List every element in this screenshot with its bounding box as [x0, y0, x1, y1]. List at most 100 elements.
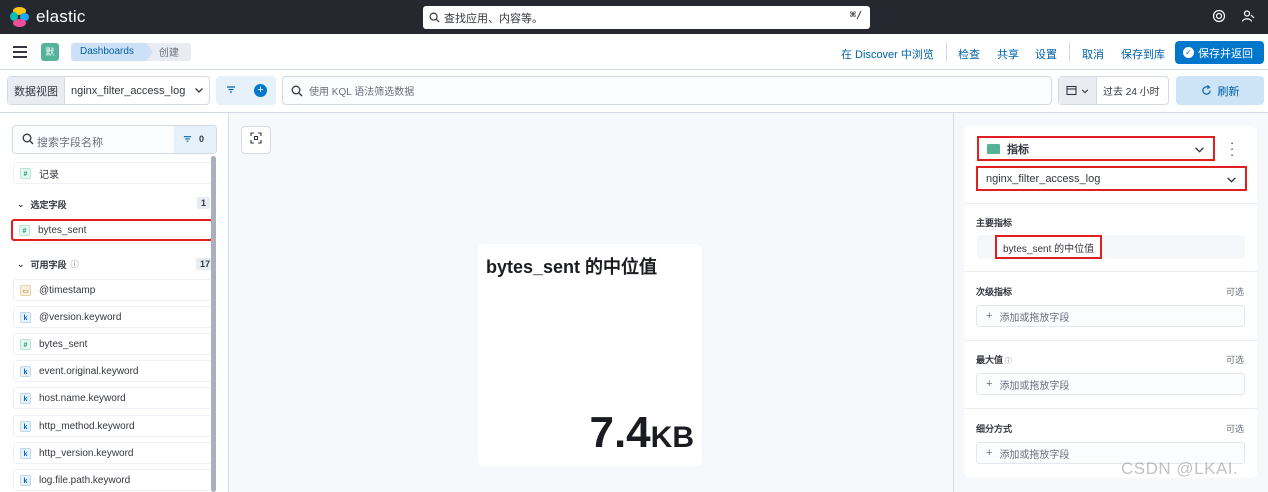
check-icon: ✓	[1183, 47, 1194, 58]
metric-visualization[interactable]: bytes_sent 的中位值 7.4KB	[478, 244, 702, 466]
add-filter-icon[interactable]: +	[254, 84, 267, 97]
field-item[interactable]: k host.name.keyword	[13, 387, 212, 409]
metric-title: bytes_sent 的中位值	[486, 257, 658, 277]
field-item[interactable]: k event.original.keyword	[13, 360, 212, 382]
plus-icon: +	[986, 378, 993, 390]
metric-unit: KB	[650, 421, 694, 454]
settings-link[interactable]: 设置	[1035, 46, 1057, 62]
refresh-icon	[1201, 85, 1211, 95]
field-item[interactable]: k @version.keyword	[13, 306, 212, 328]
max-value-label: 最大值 ⓘ	[976, 355, 1013, 365]
filter-options-button[interactable]: +	[216, 76, 276, 105]
header-divider	[1069, 42, 1070, 62]
field-name: 记录	[39, 169, 59, 181]
keyword-type-icon: k	[20, 311, 31, 323]
share-link[interactable]: 共享	[997, 46, 1019, 62]
layer-data-view-value: nginx_filter_access_log	[986, 172, 1101, 185]
field-name: bytes_sent	[39, 338, 88, 350]
metric-vis-icon	[987, 143, 1000, 154]
help-icon[interactable]	[1211, 9, 1227, 25]
save-to-library-link[interactable]: 保存到库	[1121, 46, 1165, 62]
field-search-placeholder: 搜索字段名称	[37, 137, 103, 149]
search-icon	[429, 12, 440, 23]
calendar-icon[interactable]	[1059, 77, 1097, 104]
optional-label: 可选	[1225, 424, 1244, 434]
keyword-type-icon: k	[20, 365, 31, 377]
time-range-label: 过去 24 小时	[1103, 87, 1160, 98]
refresh-button[interactable]: 刷新	[1176, 76, 1264, 105]
chevron-down-icon	[1081, 88, 1089, 93]
field-item[interactable]: k http_version.keyword	[13, 442, 212, 464]
chevron-down-icon	[1226, 174, 1237, 187]
primary-metric-value: bytes_sent 的中位值	[995, 235, 1103, 259]
elastic-logo[interactable]: elastic	[10, 7, 86, 27]
chevron-down-icon	[1194, 144, 1205, 157]
field-item[interactable]: ▭ @timestamp	[13, 279, 212, 301]
fullscreen-icon[interactable]	[241, 126, 271, 154]
field-name: @timestamp	[39, 284, 96, 296]
secondary-metric-label: 次级指标	[976, 287, 1013, 297]
data-view-picker[interactable]: 数据视图 nginx_filter_access_log	[7, 76, 210, 105]
field-item[interactable]: k http_method.keyword	[13, 415, 212, 437]
elastic-logo-icon	[10, 7, 30, 27]
config-divider	[964, 271, 1257, 272]
info-icon[interactable]: ⓘ	[1005, 358, 1012, 365]
kql-placeholder: 使用 KQL 语法筛选数据	[309, 87, 415, 98]
plus-icon: +	[986, 310, 993, 322]
field-name: http_method.keyword	[39, 420, 135, 432]
user-menu-icon[interactable]	[1240, 9, 1256, 25]
config-divider	[964, 340, 1257, 341]
field-list-scrollbar[interactable]	[211, 156, 216, 492]
data-view-value: nginx_filter_access_log	[71, 84, 186, 97]
selected-field-bytes-sent[interactable]: # bytes_sent	[11, 219, 213, 241]
field-name: host.name.keyword	[39, 392, 126, 404]
chevron-down-icon	[194, 85, 204, 97]
field-name: http_version.keyword	[39, 447, 134, 459]
info-icon[interactable]: ⓘ	[71, 259, 79, 270]
save-and-return-button[interactable]: ✓ 保存并返回	[1175, 41, 1264, 64]
search-icon	[291, 85, 303, 96]
field-name: log.file.path.keyword	[39, 474, 131, 486]
refresh-label: 刷新	[1217, 85, 1240, 98]
add-max-value[interactable]: + 添加或拖放字段	[976, 373, 1245, 395]
keyword-type-icon: k	[20, 447, 31, 459]
keyword-type-icon: k	[20, 420, 31, 432]
available-fields-header[interactable]: ⌄ 可用字段 ⓘ	[17, 258, 79, 271]
selected-fields-header[interactable]: ⌄ 选定字段	[17, 198, 67, 211]
space-avatar[interactable]: 默	[41, 42, 59, 61]
date-picker[interactable]: 过去 24 小时	[1058, 76, 1169, 105]
selected-fields-count: 1	[197, 197, 211, 209]
top-nav-bar: elastic 查找应用、内容等。 ⌘/	[0, 0, 1268, 34]
search-icon	[22, 133, 34, 145]
explore-in-discover-link[interactable]: 在 Discover 中浏览	[841, 46, 934, 62]
visualization-type-select[interactable]: 指标	[977, 136, 1215, 161]
chevron-down-icon: ⌄	[17, 259, 25, 269]
cancel-link[interactable]: 取消	[1082, 46, 1104, 62]
add-secondary-metric[interactable]: + 添加或拖放字段	[976, 305, 1245, 327]
field-item-records[interactable]: # 记录	[13, 162, 212, 184]
inspect-link[interactable]: 检查	[958, 46, 980, 62]
date-type-icon: ▭	[20, 284, 31, 296]
field-search-input[interactable]: 搜索字段名称 0	[12, 125, 217, 154]
metric-value: 7.4KB	[589, 408, 694, 457]
kql-query-input[interactable]: 使用 KQL 语法筛选数据	[282, 76, 1052, 105]
watermark: CSDN @LKAI.	[1121, 459, 1239, 478]
field-item[interactable]: k log.file.path.keyword	[13, 469, 212, 491]
menu-icon[interactable]	[13, 45, 27, 58]
layer-data-view-select[interactable]: nginx_filter_access_log	[976, 166, 1247, 191]
breakdown-label: 细分方式	[976, 424, 1013, 434]
data-view-label: 数据视图	[8, 77, 65, 104]
filter-icon	[183, 134, 192, 145]
number-type-icon: #	[20, 338, 31, 350]
save-and-return-label: 保存并返回	[1198, 47, 1253, 60]
primary-metric-dimension[interactable]: bytes_sent 的中位值	[977, 235, 1245, 259]
filter-count: 0	[199, 134, 205, 144]
more-actions-icon[interactable]: · · ·	[1228, 136, 1236, 161]
breadcrumb-dashboards[interactable]: Dashboards	[71, 42, 153, 61]
field-type-filter-button[interactable]: 0	[174, 126, 216, 153]
optional-label: 可选	[1225, 355, 1244, 365]
chevron-down-icon: ⌄	[17, 199, 25, 209]
primary-metric-label: 主要指标	[976, 218, 1013, 228]
field-item[interactable]: # bytes_sent	[13, 333, 212, 355]
global-search-input[interactable]: 查找应用、内容等。 ⌘/	[423, 6, 870, 29]
